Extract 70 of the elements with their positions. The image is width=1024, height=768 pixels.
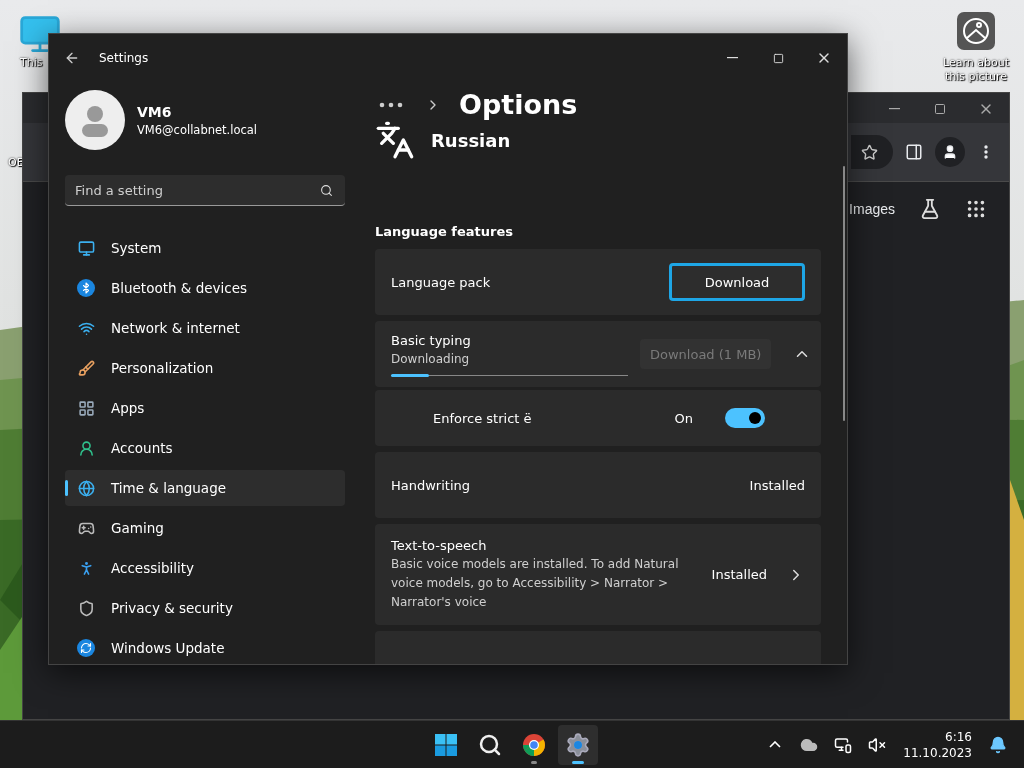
- flask-icon[interactable]: [919, 198, 941, 220]
- nav-item[interactable]: Network & internet: [65, 310, 345, 346]
- picture-icon: [962, 17, 990, 45]
- star-icon[interactable]: [860, 143, 878, 161]
- person-icon: [77, 439, 95, 457]
- search-icon: [478, 732, 502, 757]
- user-name: VM6: [137, 103, 173, 120]
- windows-logo-icon: [434, 732, 458, 757]
- toggle-state: On: [674, 410, 693, 426]
- page-title: Options: [459, 89, 578, 120]
- volume-muted-icon: [868, 735, 887, 754]
- nav-item[interactable]: Personalization: [65, 350, 345, 386]
- avatar-icon: [65, 90, 125, 150]
- monitor-icon: [77, 239, 95, 257]
- section-heading: Language features: [375, 224, 514, 239]
- user-email: VM6@collabnet.local: [137, 122, 258, 137]
- more-icon[interactable]: [379, 101, 403, 108]
- side-panel-icon: [905, 143, 923, 161]
- person-icon: [942, 144, 958, 160]
- update-icon: [77, 639, 95, 657]
- spotlight-label: Learn about this picture: [942, 56, 1011, 84]
- setting-label: Enforce strict ё: [433, 410, 533, 426]
- address-bar[interactable]: [851, 135, 893, 169]
- chrome-icon: [522, 732, 546, 757]
- minimize-icon: [888, 108, 900, 110]
- chevron-up-icon: [769, 741, 782, 748]
- network-icon: [834, 735, 853, 754]
- nav-item[interactable]: System: [65, 230, 345, 266]
- install-status: Installed: [749, 477, 805, 493]
- gear-icon: [565, 731, 591, 758]
- language-name: Russian: [431, 129, 511, 151]
- setting-description: Basic voice models are installed. To add Natural voice models, go to Accessibility > Narrator > Narrator's voice: [391, 555, 680, 611]
- setting-card[interactable]: Text-to-speech Basic voice models are installed. To add Natural voice models, go to Accessibility > Narrator > Narrator's voice Installed: [375, 524, 821, 625]
- minimize-icon: [726, 57, 738, 59]
- maximize-icon: [934, 103, 946, 115]
- setting-label: Language pack: [391, 274, 492, 290]
- bluetooth-icon: [77, 279, 95, 297]
- clock[interactable]: 6:16 11.10.2023: [899, 728, 976, 761]
- nav-item[interactable]: Windows Update: [65, 630, 345, 664]
- profile-button[interactable]: [935, 137, 965, 167]
- bell-icon: [989, 735, 1007, 754]
- nav-item[interactable]: Gaming: [65, 510, 345, 546]
- maximize-icon: [772, 52, 784, 64]
- install-status: Installed: [711, 567, 767, 582]
- nav-item[interactable]: Apps: [65, 390, 345, 426]
- nav-item[interactable]: Privacy & security: [65, 590, 345, 626]
- images-link[interactable]: Images: [849, 201, 895, 217]
- settings-taskbar-button[interactable]: [558, 724, 598, 765]
- brush-icon: [77, 359, 95, 377]
- nav-item[interactable]: Bluetooth & devices: [65, 270, 345, 306]
- apps-icon: [77, 399, 95, 417]
- desktop-icon-label: This: [20, 56, 43, 70]
- download-button[interactable]: Download: [669, 263, 805, 301]
- scrollbar[interactable]: [843, 166, 845, 421]
- search-icon: [320, 184, 333, 197]
- language-icon: [375, 120, 415, 160]
- kebab-menu-icon: [984, 145, 988, 159]
- search-field[interactable]: Find a setting: [65, 175, 345, 206]
- spotlight-button[interactable]: [957, 12, 995, 50]
- nav-item[interactable]: Accessibility: [65, 550, 345, 586]
- download-status: Downloading: [391, 350, 471, 368]
- shield-icon: [77, 599, 95, 617]
- globe-icon: [77, 479, 95, 497]
- setting-label: Handwriting: [391, 477, 472, 493]
- setting-label: Text-to-speech: [391, 537, 488, 553]
- nav-item[interactable]: Time & language: [65, 470, 345, 506]
- setting-label: Basic typing: [391, 332, 472, 348]
- nav-item[interactable]: Accounts: [65, 430, 345, 466]
- apps-grid-icon[interactable]: [965, 198, 987, 220]
- window-title: Settings: [99, 51, 150, 65]
